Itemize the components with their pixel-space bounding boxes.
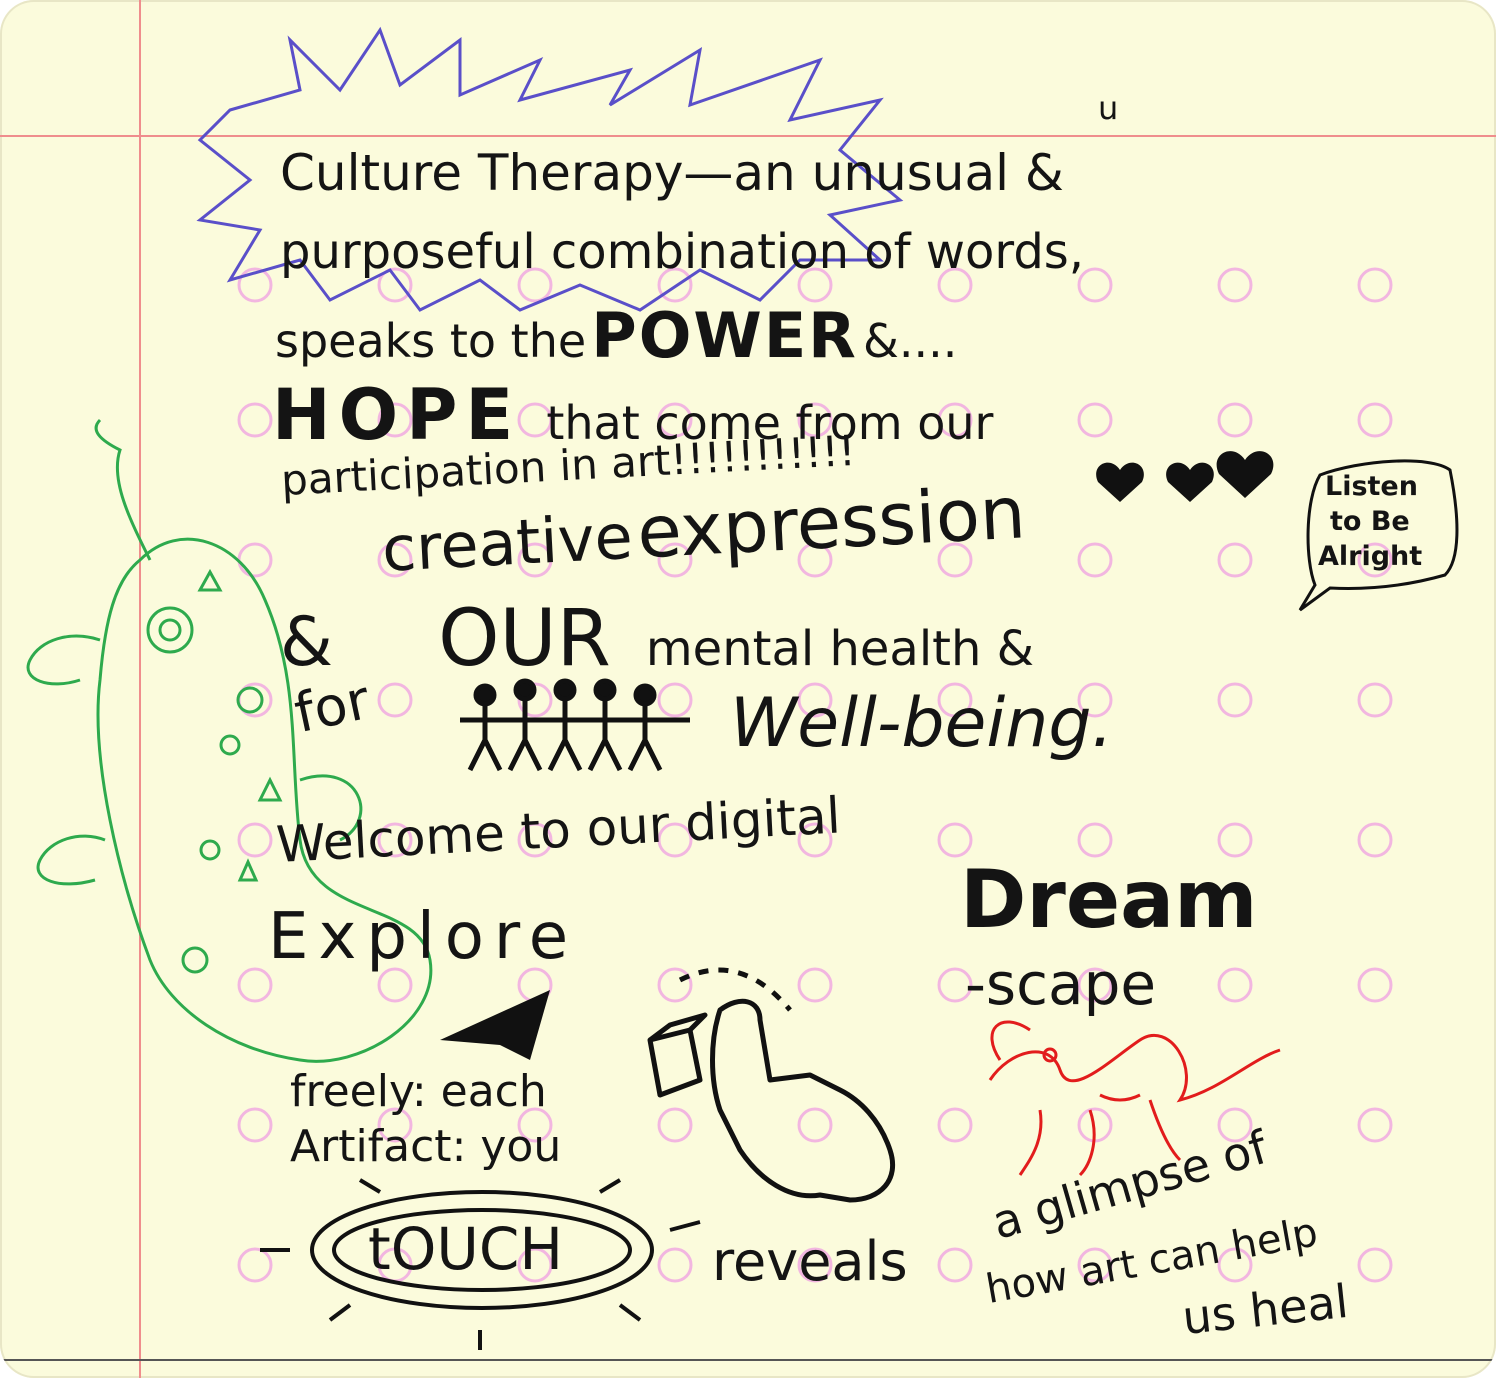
bubble-line-3: Alright	[1318, 541, 1423, 572]
pink-ring	[657, 1107, 693, 1143]
pink-ring	[1357, 267, 1393, 303]
pink-ring	[1217, 542, 1253, 578]
pink-ring	[1217, 822, 1253, 858]
pink-ring	[237, 402, 273, 438]
pink-ring	[1357, 822, 1393, 858]
arrow-icon	[440, 990, 550, 1060]
pink-ring	[1357, 682, 1393, 718]
pink-ring	[657, 1247, 693, 1283]
pink-ring	[1077, 822, 1113, 858]
pointing-hand-icon	[647, 967, 896, 1203]
people-chain-icon	[460, 678, 690, 772]
pink-ring	[237, 822, 273, 858]
pink-ring	[1217, 402, 1253, 438]
title-text: Culture Therapy—an unusual &	[280, 144, 1064, 202]
pink-ring	[237, 1247, 273, 1283]
pink-ring	[1357, 1247, 1393, 1283]
pink-ring	[377, 682, 413, 718]
creative-text: creative	[380, 499, 635, 586]
pink-ring	[1217, 682, 1253, 718]
pink-ring	[237, 967, 273, 1003]
speaks-text: speaks to the	[275, 314, 587, 368]
title-insert-mark: u	[1098, 89, 1119, 127]
pink-ring	[237, 1107, 273, 1143]
power-ellipsis: &....	[863, 314, 958, 368]
pink-ring	[797, 1107, 833, 1143]
freely-text: freely: each	[290, 1066, 547, 1117]
scape-text: -scape	[965, 950, 1157, 1018]
pink-ring	[1357, 967, 1393, 1003]
pink-ring	[937, 1107, 973, 1143]
for-text: for	[289, 667, 375, 746]
pink-ring	[237, 542, 273, 578]
pink-ring	[1357, 402, 1393, 438]
line-purposeful: purposeful combination of words,	[280, 224, 1085, 280]
pink-ring	[797, 967, 833, 1003]
hearts-icon	[1096, 451, 1274, 502]
ampersand-text: &	[280, 603, 334, 682]
power-text: POWER	[591, 299, 858, 372]
artifact-text: Artifact: you	[290, 1121, 562, 1172]
pink-ring	[1217, 967, 1253, 1003]
pink-ring	[1077, 542, 1113, 578]
dream-text: Dream	[960, 853, 1258, 946]
well-being-text: Well-being.	[730, 684, 1114, 763]
mental-health-text: mental health &	[645, 621, 1035, 677]
line-speaks: speaks to the POWER &....	[275, 305, 957, 367]
bubble-line-1: Listen	[1325, 471, 1418, 502]
line-title: Culture Therapy—an unusual &	[280, 148, 1064, 198]
pink-ring	[1217, 267, 1253, 303]
pink-ring	[657, 967, 693, 1003]
bubble-line-2: to Be	[1330, 506, 1410, 537]
explore-text: Explore	[268, 900, 579, 974]
hope-text: HOPE	[272, 374, 522, 456]
line-our: & OUR mental health &	[280, 600, 1034, 678]
pink-ring	[937, 822, 973, 858]
reveals-text: reveals	[712, 1230, 908, 1293]
our-text: OUR	[438, 594, 611, 684]
pink-ring	[1077, 402, 1113, 438]
notecard: Culture Therapy—an unusual & u purposefu…	[0, 0, 1496, 1378]
pink-ring	[657, 682, 693, 718]
pink-ring	[1357, 1107, 1393, 1143]
pink-ring	[937, 1247, 973, 1283]
touch-text: tOUCH	[368, 1215, 563, 1283]
